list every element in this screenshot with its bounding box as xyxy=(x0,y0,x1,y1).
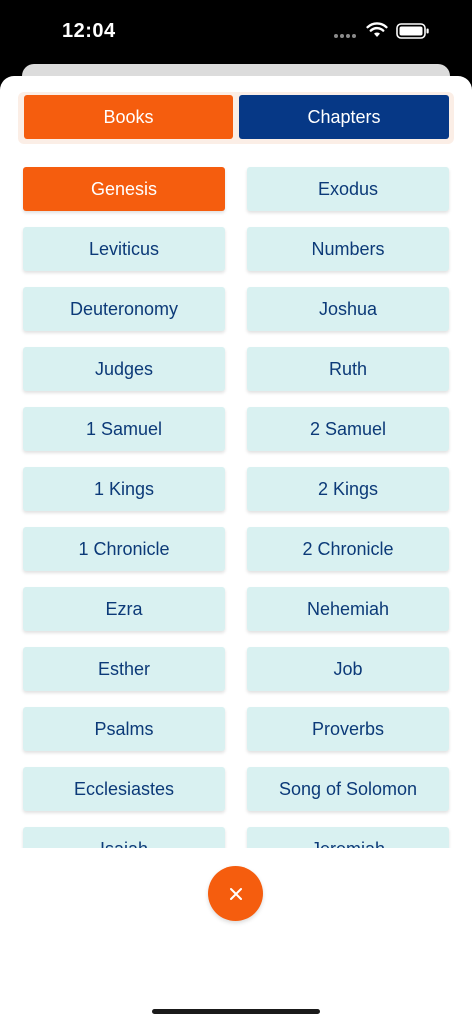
book-button[interactable]: Genesis xyxy=(23,167,225,211)
book-button[interactable]: Isaiah xyxy=(23,827,225,848)
tab-books[interactable]: Books xyxy=(24,95,233,139)
wifi-icon xyxy=(366,22,388,37)
book-button[interactable]: 2 Samuel xyxy=(247,407,449,451)
book-button[interactable]: Exodus xyxy=(247,167,449,211)
screen: 12:04 Books Chapters Genesis Exodus Leviti… xyxy=(0,0,472,1024)
book-list[interactable]: Genesis Exodus Leviticus Numbers Deuteronomy… xyxy=(0,162,472,848)
book-button[interactable]: Numbers xyxy=(247,227,449,271)
book-button[interactable]: Proverbs xyxy=(247,707,449,751)
segmented-control: Books Chapters xyxy=(18,92,454,144)
book-button[interactable]: Ruth xyxy=(247,347,449,391)
book-button[interactable]: Nehemiah xyxy=(247,587,449,631)
book-button[interactable]: Psalms xyxy=(23,707,225,751)
close-icon xyxy=(229,887,242,900)
tab-chapters[interactable]: Chapters xyxy=(239,95,449,139)
book-button[interactable]: 2 Chronicle xyxy=(247,527,449,571)
battery-icon xyxy=(396,23,429,39)
book-button[interactable]: Judges xyxy=(23,347,225,391)
book-button[interactable]: 1 Samuel xyxy=(23,407,225,451)
book-button[interactable]: Ecclesiastes xyxy=(23,767,225,811)
book-button[interactable]: 2 Kings xyxy=(247,467,449,511)
book-button[interactable]: Leviticus xyxy=(23,227,225,271)
status-time: 12:04 xyxy=(62,20,116,42)
book-button[interactable]: Jeremiah xyxy=(247,827,449,848)
book-grid: Genesis Exodus Leviticus Numbers Deuteronomy… xyxy=(0,162,472,848)
book-button[interactable]: Song of Solomon xyxy=(247,767,449,811)
book-button[interactable]: Ezra xyxy=(23,587,225,631)
book-button[interactable]: Esther xyxy=(23,647,225,691)
signal-dots-icon xyxy=(334,34,358,40)
book-button[interactable]: 1 Kings xyxy=(23,467,225,511)
status-bar: 12:04 xyxy=(0,0,472,66)
book-button[interactable]: 1 Chronicle xyxy=(23,527,225,571)
book-button[interactable]: Deuteronomy xyxy=(23,287,225,331)
close-button[interactable] xyxy=(208,866,263,921)
book-button[interactable]: Joshua xyxy=(247,287,449,331)
book-picker-sheet: Books Chapters Genesis Exodus Leviticus Num… xyxy=(0,76,472,1024)
book-button[interactable]: Job xyxy=(247,647,449,691)
home-indicator xyxy=(152,1009,320,1014)
